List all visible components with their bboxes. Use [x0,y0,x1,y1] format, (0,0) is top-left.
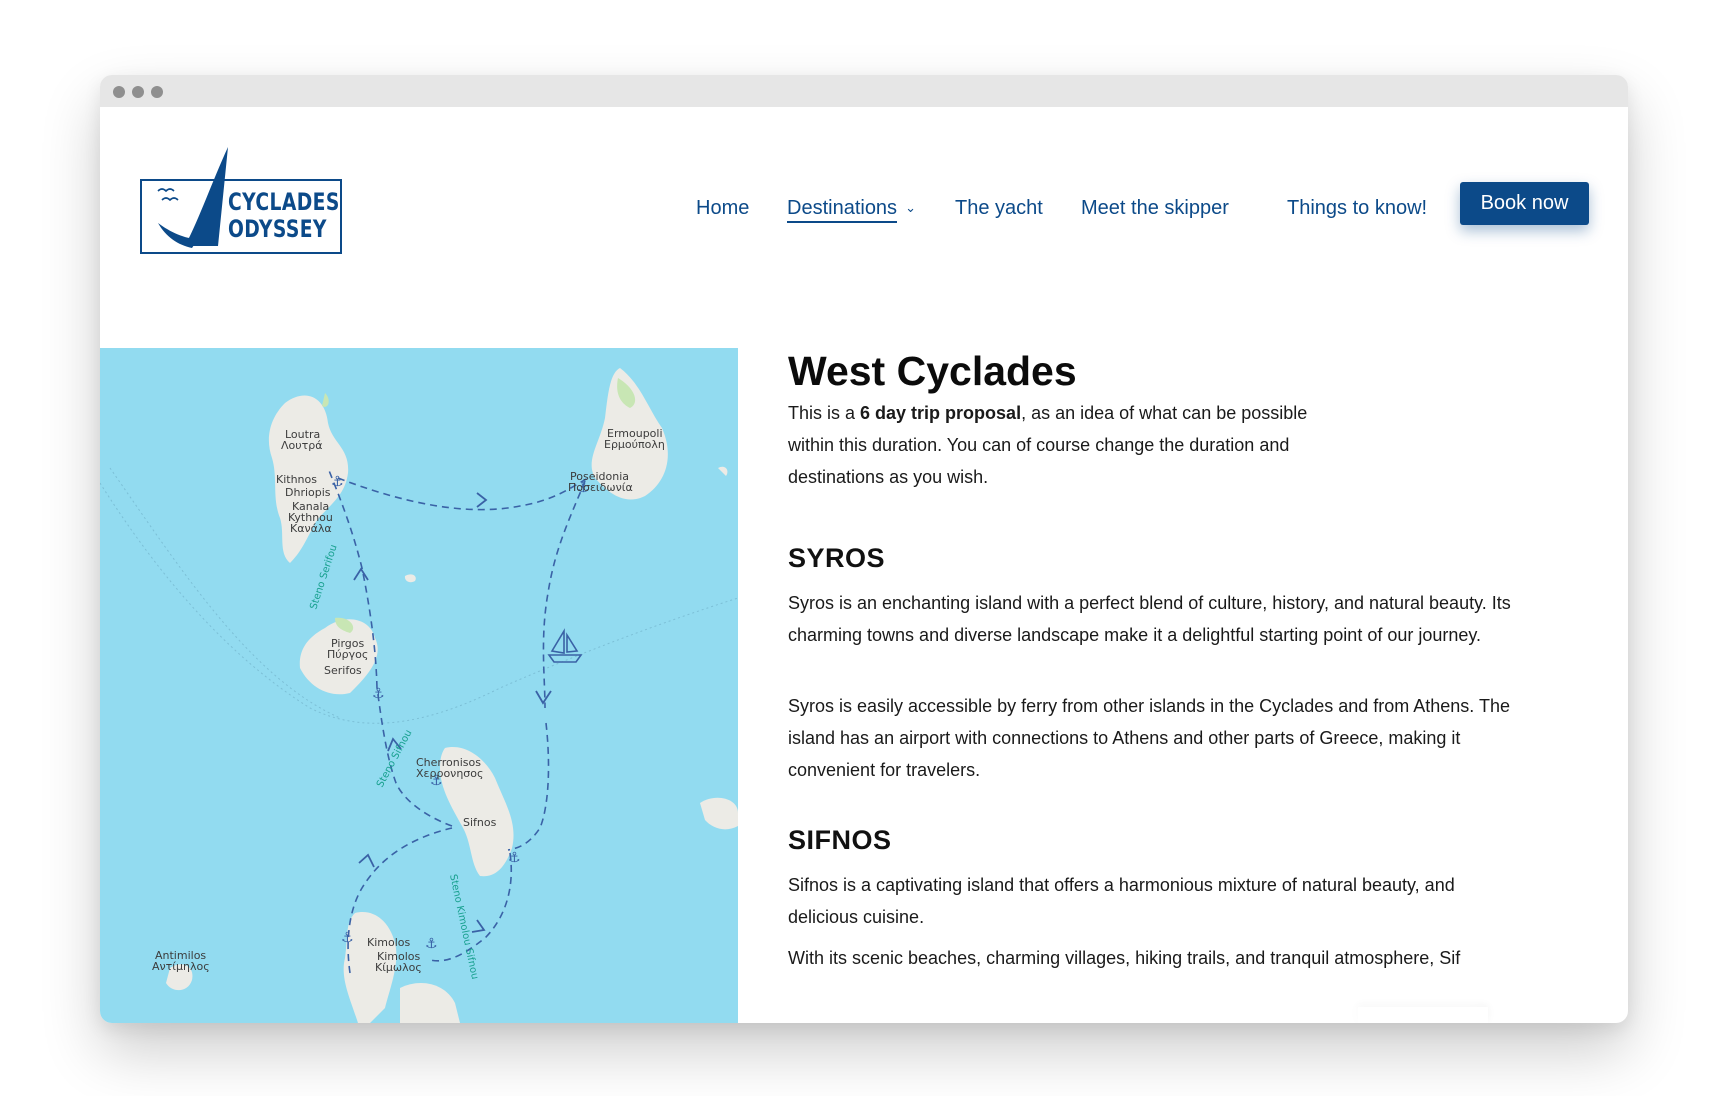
strait-label: Steno Serifou [308,543,339,611]
chevron-down-icon[interactable]: ⌄ [905,193,916,223]
route-arrow [353,567,369,581]
route-arrow [471,919,486,933]
anchor-icon[interactable]: ⚓ [425,936,438,952]
map-label: Kimolos [367,936,411,949]
route-arrow [358,853,375,868]
ferry-line [100,482,738,724]
section-title-syros: SYROS [788,543,886,573]
book-now-button[interactable]: Book now [1460,182,1589,225]
route-syros-south [542,480,586,709]
route-kithnos-syros [337,477,589,511]
minimize-dot[interactable] [132,86,144,98]
nav-home-label: Home [696,197,750,219]
island-east-shore [700,797,738,830]
page-title: West Cyclades [788,348,1077,394]
map-label: Dhriopis [285,486,331,499]
intro-pre: This is a [788,403,861,423]
map-label: Λουτρά [281,439,322,452]
route-map[interactable]: ⚓ ⚓ ⚓ ⚓ ⚓ ⚓ ⚓ Steno Serifou Steno Sifnou… [100,348,738,1023]
destination-content: West Cyclades This is a 6 day trip propo… [788,348,1528,1023]
site-logo[interactable]: CYCLADES ODYSSEY [140,147,342,254]
route-arrow [476,492,488,508]
map-label: Kithnos [276,473,317,486]
syros-paragraph-1: Syros is an enchanting island with a per… [788,593,1511,645]
close-dot[interactable] [113,86,125,98]
map-label: Αντίμηλος [152,960,210,973]
nav-destinations[interactable]: Destinations ⌄ [787,193,916,223]
nav-the-yacht[interactable]: The yacht [955,193,1043,223]
nav-home[interactable]: Home [696,193,749,223]
map-label: Ερμούπολη [604,438,665,451]
anchor-icon[interactable]: ⚓ [508,850,521,866]
nav-yacht-label: The yacht [955,197,1043,219]
intro-highlight: 6 day trip proposal [860,403,1022,423]
map-label: Κίμωλος [375,961,422,974]
island-kithnos-green [322,393,329,407]
zoom-dot[interactable] [151,86,163,98]
sailboat-icon[interactable] [547,628,583,663]
nav-destinations-label: Destinations [787,197,898,223]
map-label: Sifnos [463,816,497,829]
map-label: Serifos [324,664,362,677]
sifnos-paragraph-2: With its scenic beaches, charming villag… [788,948,1461,968]
logo-line-2: ODYSSEY [228,215,327,243]
nav-skipper-label: Meet the skipper [1081,197,1229,219]
nav-meet-the-skipper[interactable]: Meet the skipper [1081,193,1229,223]
section-title-sifnos: SIFNOS [788,825,892,855]
sifnos-paragraph-1: Sifnos is a captivating island that offe… [788,875,1455,927]
island-milos [400,983,460,1023]
anchor-icon[interactable]: ⚓ [341,930,354,946]
site-header: CYCLADES ODYSSEY Home Destinations ⌄ The … [100,107,1628,302]
window-titlebar [100,75,1628,107]
browser-window: CYCLADES ODYSSEY Home Destinations ⌄ The … [100,75,1628,1023]
strait-label: Steno Kimolou Sifnou [447,873,480,980]
intro-text: This is a 6 day trip proposal, as an ide… [788,397,1308,493]
map-label: Χερρονησος [416,767,483,780]
map-label: Κανάλα [290,522,332,535]
nav-things-label: Things to know! [1287,197,1428,219]
islet [718,466,728,476]
route-to-sifnos [507,722,550,851]
map-label: Ποσειδωνία [568,481,633,494]
logo-wordmark: CYCLADES ODYSSEY [228,189,340,243]
map-label: Πύργος [327,648,368,661]
logo-line-1: CYCLADES [228,188,340,216]
syros-paragraph-2: Syros is easily accessible by ferry from… [788,696,1510,780]
nav-things-to-know[interactable]: Things to know! [1287,193,1427,223]
route-arrow [535,690,552,705]
anchor-icon[interactable]: ⚓ [331,474,344,490]
anchor-icon[interactable]: ⚓ [372,686,385,702]
islet [404,574,416,583]
scroll-overlay [1358,1007,1488,1023]
